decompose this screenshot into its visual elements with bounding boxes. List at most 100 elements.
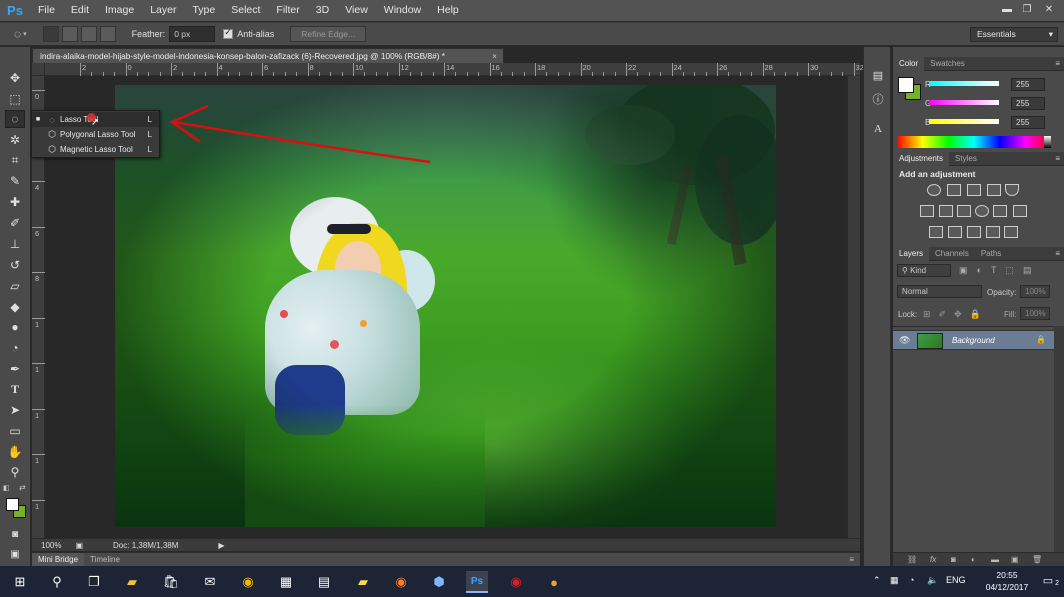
feather-input[interactable]: 0 px [169, 26, 216, 42]
ruler-origin[interactable] [32, 63, 45, 76]
wifi-icon[interactable]: ◔ [909, 575, 914, 585]
tab-paths[interactable]: Paths [975, 247, 1007, 261]
history-panel-icon[interactable]: ▤ [869, 67, 887, 83]
blur-tool-icon[interactable]: ● [5, 318, 25, 336]
menu-view[interactable]: View [337, 0, 376, 21]
menu-window[interactable]: Window [376, 0, 429, 21]
layer-filter-icons[interactable]: ▣◐T⬚▤ [959, 265, 1040, 276]
menu-type[interactable]: Type [184, 0, 223, 21]
tab-styles[interactable]: Styles [949, 152, 983, 166]
restore-button[interactable]: ❐ [1018, 2, 1036, 16]
marquee-tool-icon[interactable]: ⬚ [5, 90, 25, 108]
layer-style-icon[interactable]: fx [930, 555, 936, 564]
tab-layers[interactable]: Layers [893, 246, 930, 261]
move-tool-icon[interactable]: ✥ [5, 69, 25, 87]
paint-bucket-tool-icon[interactable]: ◆ [5, 298, 25, 316]
antialias-checkbox[interactable] [223, 27, 234, 39]
panel-menu-icon[interactable]: ≡ [1055, 154, 1060, 163]
video-editor-icon[interactable]: ▤ [313, 571, 335, 593]
quick-selection-tool-icon[interactable]: ✲ [5, 131, 25, 149]
levels-icon[interactable] [947, 184, 961, 196]
lasso-preset-icon[interactable]: ◌ [14, 27, 21, 41]
panel-menu-icon[interactable]: ≡ [1055, 249, 1060, 258]
lock-icons[interactable]: ⊞✐✥🔒 [923, 309, 989, 320]
layers-scrollbar[interactable] [1054, 326, 1064, 552]
channel-mixer-icon[interactable] [993, 205, 1007, 217]
swap-colors-icon[interactable]: ⇄ [19, 483, 26, 492]
menu-filter[interactable]: Filter [268, 0, 307, 21]
blue-slider[interactable] [929, 119, 999, 124]
new-layer-icon[interactable]: ▣ [1011, 555, 1019, 564]
close-document-icon[interactable]: × [492, 49, 497, 63]
dodge-tool-icon[interactable]: ◔ [5, 339, 25, 357]
link-layers-icon[interactable]: ⛓ [907, 555, 917, 564]
opacity-input[interactable]: 100% [1020, 285, 1050, 298]
mail-icon[interactable]: ✉ [199, 571, 221, 593]
menu-3d[interactable]: 3D [308, 0, 337, 21]
invert-icon[interactable] [929, 226, 943, 238]
foreground-color-swatch[interactable] [6, 498, 19, 511]
tab-color[interactable]: Color [893, 56, 925, 71]
zoom-tool-icon[interactable]: ⚲ [5, 463, 25, 481]
menu-layer[interactable]: Layer [142, 0, 184, 21]
threshold-icon[interactable] [967, 226, 981, 238]
screen-mode-icon[interactable]: ▣ [5, 545, 25, 563]
curves-icon[interactable] [967, 184, 981, 196]
close-button[interactable]: ✕ [1040, 2, 1058, 16]
status-menu-arrow-icon[interactable]: ▶ [218, 541, 224, 550]
tab-timeline[interactable]: Timeline [84, 553, 126, 566]
menu-help[interactable]: Help [429, 0, 467, 21]
vibrance-icon[interactable] [1005, 184, 1019, 196]
menu-select[interactable]: Select [223, 0, 268, 21]
start-icon[interactable]: ⊞ [9, 571, 31, 593]
color-lookup-icon[interactable] [1013, 205, 1027, 217]
layer-name[interactable]: Background [952, 336, 995, 345]
add-mask-icon[interactable]: ◙ [951, 555, 956, 564]
path-selection-tool-icon[interactable]: ➤ [5, 401, 25, 419]
document-tab[interactable]: indira-alaika-model-hijab-style-model-in… [32, 48, 504, 63]
task-view-icon[interactable]: ❐ [83, 571, 105, 593]
panel-menu-icon[interactable]: ≡ [849, 555, 854, 564]
fill-input[interactable]: 100% [1020, 307, 1050, 320]
type-tool-icon[interactable]: T [5, 380, 25, 398]
rectangle-tool-icon[interactable]: ▭ [5, 422, 25, 440]
layer-filter-select[interactable]: ⚲ Kind [897, 264, 951, 277]
blue-value[interactable]: 255 [1011, 116, 1045, 129]
system-clock[interactable]: 20:55 04/12/2017 [980, 569, 1034, 593]
media-app-icon[interactable]: ▦ [275, 571, 297, 593]
layer-background[interactable]: 👁 Background 🔒 [893, 330, 1054, 350]
show-hidden-icons-icon[interactable]: ⌃ [873, 575, 881, 586]
eyedropper-tool-icon[interactable]: ✎ [5, 172, 25, 190]
language-indicator[interactable]: ENG [946, 575, 966, 585]
menu-edit[interactable]: Edit [63, 0, 97, 21]
subtract-selection-button[interactable] [80, 26, 97, 42]
app-icon[interactable]: ● [543, 571, 565, 593]
visibility-eye-icon[interactable]: 👁 [899, 335, 910, 346]
new-selection-button[interactable] [42, 26, 59, 42]
exposure-icon[interactable] [987, 184, 1001, 196]
color-spectrum-ramp[interactable] [897, 136, 1051, 148]
green-value[interactable]: 255 [1011, 97, 1045, 110]
store-icon[interactable]: 🛍 [160, 571, 182, 593]
firefox-icon[interactable]: ◉ [390, 571, 412, 593]
red-value[interactable]: 255 [1011, 78, 1045, 91]
intersect-selection-button[interactable] [99, 26, 116, 42]
vertical-scrollbar[interactable] [847, 76, 860, 539]
black-white-icon[interactable] [957, 205, 971, 217]
document-info-icon[interactable]: ▣ [75, 541, 83, 550]
quick-mask-icon[interactable]: ◙ [5, 525, 25, 543]
menu-image[interactable]: Image [97, 0, 142, 21]
search-icon[interactable]: ⚲ [46, 571, 68, 593]
hue-saturation-icon[interactable] [920, 205, 934, 217]
workspace-select[interactable]: Essentials ▾ [970, 27, 1058, 42]
lasso-tool-icon[interactable]: ◌ [5, 110, 25, 128]
character-panel-icon[interactable]: A [869, 121, 887, 137]
photo-filter-icon[interactable] [975, 205, 989, 217]
file-explorer-icon[interactable]: ▰ [121, 571, 143, 593]
brightness-contrast-icon[interactable] [927, 184, 941, 196]
selective-color-icon[interactable] [986, 226, 1000, 238]
brush-tool-icon[interactable]: ✐ [5, 214, 25, 232]
tab-adjustments[interactable]: Adjustments [893, 151, 950, 166]
tab-channels[interactable]: Channels [929, 247, 975, 261]
healing-brush-tool-icon[interactable]: ✚ [5, 193, 25, 211]
